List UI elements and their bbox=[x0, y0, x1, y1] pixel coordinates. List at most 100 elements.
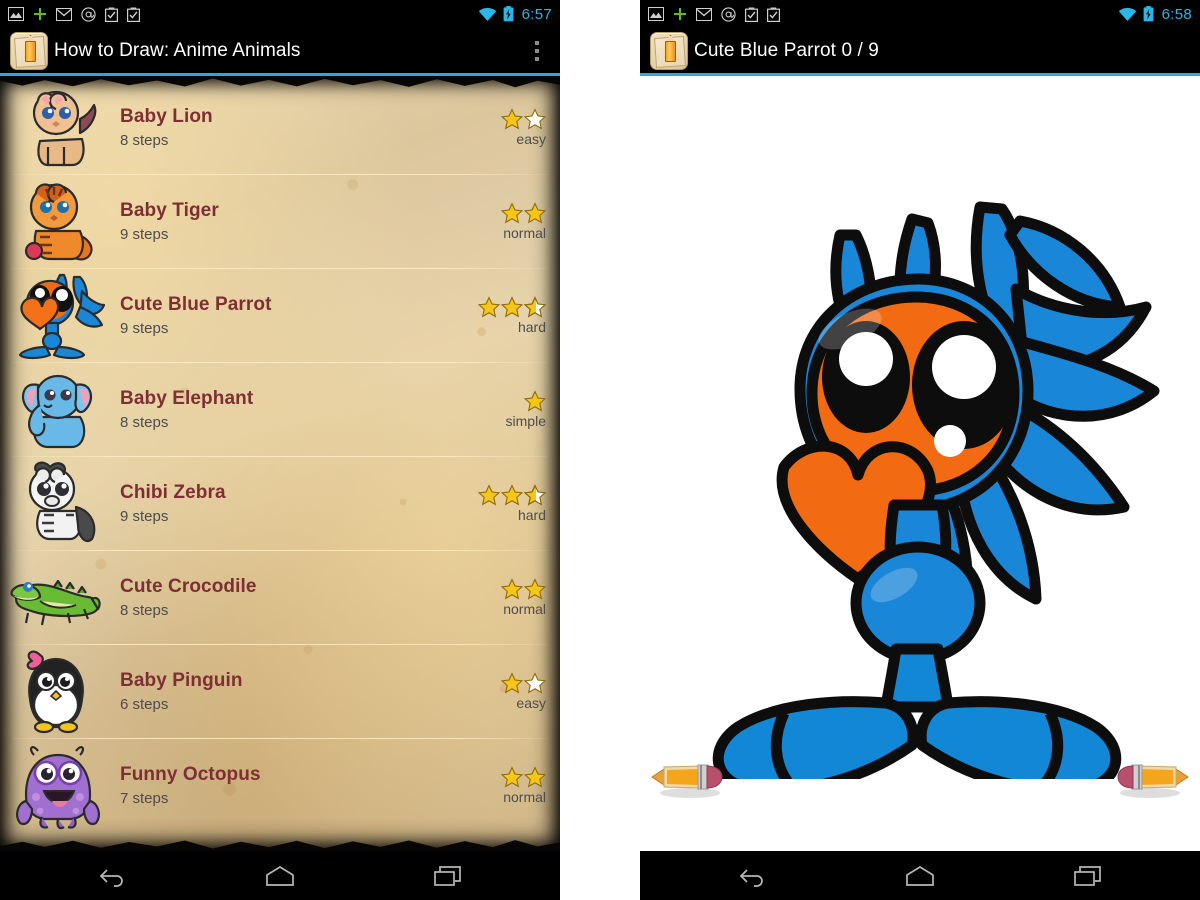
nav-bar bbox=[640, 851, 1200, 900]
clipboard-check-icon bbox=[105, 7, 118, 22]
table-row[interactable]: Baby Tiger 9 steps normal bbox=[0, 174, 560, 268]
list-item-rating: simple bbox=[454, 389, 546, 429]
list-item-title: Baby Lion bbox=[120, 105, 213, 127]
star-rating bbox=[524, 389, 546, 412]
clipboard-check-icon bbox=[745, 7, 758, 22]
list-item-steps: 9 steps bbox=[120, 225, 169, 243]
list-item-title: Baby Tiger bbox=[120, 199, 219, 221]
plus-icon bbox=[34, 8, 46, 20]
tutorial-list-container[interactable]: Baby Lion 8 steps easy Baby Tiger 9 step… bbox=[0, 76, 560, 851]
list-item-steps: 8 steps bbox=[120, 131, 169, 149]
recents-icon[interactable] bbox=[1060, 856, 1116, 896]
difficulty-label: normal bbox=[503, 788, 546, 805]
difficulty-label: normal bbox=[503, 224, 546, 241]
list-item-text: Baby Elephant 8 steps bbox=[106, 388, 454, 431]
status-bar-clock: 6:58 bbox=[1161, 5, 1192, 23]
list-item-rating: hard bbox=[454, 483, 546, 523]
difficulty-label: hard bbox=[517, 318, 546, 335]
table-row[interactable]: Funny Octopus 7 steps normal bbox=[0, 738, 560, 832]
battery-charging-icon bbox=[503, 6, 513, 22]
difficulty-label: normal bbox=[503, 600, 546, 617]
chibi-zebra-icon bbox=[10, 457, 106, 549]
table-row[interactable]: Cute Crocodile 8 steps normal bbox=[0, 550, 560, 644]
at-icon bbox=[721, 6, 736, 22]
pencil-next-button[interactable] bbox=[1110, 755, 1190, 799]
back-icon[interactable] bbox=[724, 856, 780, 896]
wifi-icon bbox=[478, 7, 496, 21]
home-icon[interactable] bbox=[892, 856, 948, 896]
list-item-title: Baby Pinguin bbox=[120, 669, 243, 691]
list-item-steps: 8 steps bbox=[120, 413, 169, 431]
cute-blue-parrot-drawing bbox=[712, 201, 1160, 779]
table-row[interactable]: Chibi Zebra 9 steps hard bbox=[0, 456, 560, 550]
list-item-rating: normal bbox=[454, 765, 546, 805]
star-rating bbox=[478, 483, 546, 506]
cute-blue-parrot-icon bbox=[10, 269, 106, 361]
baby-tiger-icon bbox=[10, 175, 106, 267]
status-bar-notification-icons bbox=[648, 6, 1118, 22]
cute-crocodile-icon bbox=[10, 551, 106, 643]
star-rating bbox=[501, 107, 546, 130]
wifi-icon bbox=[1118, 7, 1136, 21]
list-item-title: Chibi Zebra bbox=[120, 481, 226, 503]
list-item-rating: easy bbox=[454, 107, 546, 147]
page-title: How to Draw: Anime Animals bbox=[54, 39, 301, 61]
baby-pinguin-icon bbox=[10, 645, 106, 737]
at-icon bbox=[81, 6, 96, 22]
list-item-title: Baby Elephant bbox=[120, 387, 254, 409]
table-row[interactable]: Cute Blue Parrot 9 steps hard bbox=[0, 268, 560, 362]
clipboard-check-icon bbox=[127, 7, 140, 22]
battery-charging-icon bbox=[1143, 6, 1153, 22]
action-bar: How to Draw: Anime Animals bbox=[0, 28, 560, 76]
drawing-canvas[interactable] bbox=[640, 76, 1200, 851]
pencil-paper-icon bbox=[650, 31, 688, 70]
table-row[interactable]: Baby Elephant 8 steps simple bbox=[0, 362, 560, 456]
difficulty-label: easy bbox=[516, 694, 546, 711]
overflow-menu-icon[interactable] bbox=[520, 27, 554, 75]
list-item-title: Funny Octopus bbox=[120, 763, 261, 785]
difficulty-label: simple bbox=[505, 412, 546, 429]
pencil-previous-button[interactable] bbox=[650, 755, 730, 799]
table-row[interactable]: Baby Lion 8 steps easy bbox=[0, 80, 560, 174]
list-item-steps: 6 steps bbox=[120, 695, 169, 713]
list-item-text: Baby Lion 8 steps bbox=[106, 106, 454, 149]
gmail-icon bbox=[56, 7, 72, 21]
baby-lion-icon bbox=[10, 81, 106, 173]
image-icon bbox=[648, 7, 664, 21]
star-rating bbox=[501, 671, 546, 694]
list-item-rating: easy bbox=[454, 671, 546, 711]
status-bar: 6:57 bbox=[0, 0, 560, 28]
list-item-rating: normal bbox=[454, 201, 546, 241]
right-phone-screen: 6:58 Cute Blue Parrot 0 / 9 bbox=[640, 0, 1200, 900]
plus-icon bbox=[674, 8, 686, 20]
list-item-text: Baby Pinguin 6 steps bbox=[106, 670, 454, 713]
home-icon[interactable] bbox=[252, 856, 308, 896]
list-item-rating: normal bbox=[454, 577, 546, 617]
list-item-text: Cute Blue Parrot 9 steps bbox=[106, 294, 454, 337]
list-item-steps: 9 steps bbox=[120, 507, 169, 525]
nav-bar bbox=[0, 851, 560, 900]
list-item-steps: 9 steps bbox=[120, 319, 169, 337]
gmail-icon bbox=[696, 7, 712, 21]
table-row[interactable]: Baby Pinguin 6 steps easy bbox=[0, 644, 560, 738]
status-bar: 6:58 bbox=[640, 0, 1200, 28]
list-item-rating: hard bbox=[454, 295, 546, 335]
status-bar-system-icons: 6:58 bbox=[1118, 6, 1192, 23]
status-bar-clock: 6:57 bbox=[521, 5, 552, 23]
status-bar-system-icons: 6:57 bbox=[478, 6, 552, 23]
star-rating bbox=[501, 765, 546, 788]
list-item-steps: 7 steps bbox=[120, 789, 169, 807]
page-title: Cute Blue Parrot 0 / 9 bbox=[694, 39, 879, 61]
recents-icon[interactable] bbox=[420, 856, 476, 896]
clipboard-check-icon bbox=[767, 7, 780, 22]
left-phone-screen: 6:57 How to Draw: Anime Animals Baby Lio… bbox=[0, 0, 560, 900]
image-icon bbox=[8, 7, 24, 21]
list-item-steps: 8 steps bbox=[120, 601, 169, 619]
action-bar: Cute Blue Parrot 0 / 9 bbox=[640, 28, 1200, 76]
star-rating bbox=[478, 295, 546, 318]
list-item-text: Chibi Zebra 9 steps bbox=[106, 482, 454, 525]
baby-elephant-icon bbox=[10, 363, 106, 455]
difficulty-label: easy bbox=[516, 130, 546, 147]
pencil-paper-icon bbox=[10, 31, 48, 70]
back-icon[interactable] bbox=[84, 856, 140, 896]
